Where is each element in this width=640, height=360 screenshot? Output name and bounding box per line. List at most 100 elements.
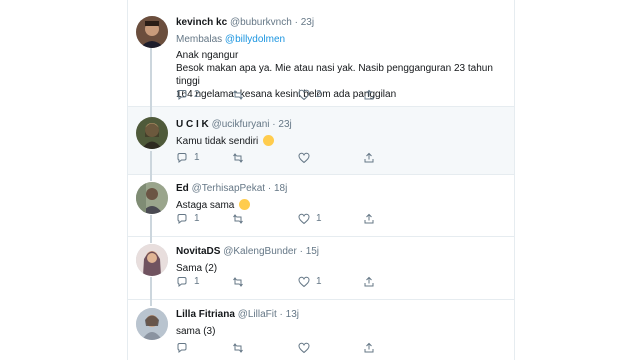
tweet-header: kevinch kc @buburkvnch · 23j <box>176 16 506 29</box>
reply-button[interactable]: 2 <box>176 88 200 102</box>
avatar[interactable] <box>136 308 168 340</box>
relieved-face-icon <box>263 135 275 146</box>
replying-prefix: Membalas <box>176 34 223 45</box>
thread-connector <box>150 277 152 300</box>
retweet-button[interactable] <box>232 341 250 355</box>
retweet-button[interactable] <box>232 151 250 165</box>
heart-icon <box>298 276 310 288</box>
tweet-text: sama (3) <box>176 325 506 338</box>
tweet-item[interactable]: Lilla Fitriana @LillaFit · 13j sama (3) <box>128 300 514 360</box>
user-handle[interactable]: @buburkvnch <box>230 17 292 28</box>
tweet-text-line: Anak ngangur <box>176 50 239 61</box>
share-button[interactable] <box>363 341 375 355</box>
share-icon <box>364 213 374 224</box>
avatar[interactable] <box>136 117 168 149</box>
separator-dot: · <box>294 17 298 28</box>
timestamp[interactable]: 18j <box>274 183 287 194</box>
avatar[interactable] <box>136 16 168 48</box>
display-name[interactable]: kevinch kc <box>176 17 227 28</box>
display-name[interactable]: Ed <box>176 183 189 194</box>
like-button[interactable]: 1 <box>298 212 322 226</box>
retweet-icon <box>233 343 243 353</box>
share-icon <box>364 342 374 353</box>
display-name[interactable]: U C I K <box>176 119 209 130</box>
thread-connector <box>150 151 152 175</box>
retweet-icon <box>233 90 243 100</box>
share-icon <box>364 89 374 100</box>
share-button[interactable] <box>363 151 375 165</box>
heart-icon <box>298 342 310 354</box>
reply-button[interactable]: 1 <box>176 212 200 226</box>
timestamp[interactable]: 15j <box>306 246 319 257</box>
tweet-header: NovitaDS @KalengBunder · 15j <box>176 245 506 258</box>
tweet-actions: 2 2 <box>176 88 476 102</box>
retweet-icon <box>233 214 243 224</box>
timestamp[interactable]: 23j <box>278 119 291 130</box>
tweet-text-line: Besok makan apa ya. Mie atau nasi yak. N… <box>176 63 493 87</box>
like-button[interactable]: 1 <box>298 275 322 289</box>
user-handle[interactable]: @ucikfuryani <box>212 119 270 130</box>
thread-connector <box>150 215 152 237</box>
like-button[interactable]: 2 <box>298 88 322 102</box>
share-button[interactable] <box>363 275 375 289</box>
like-count: 1 <box>316 276 322 287</box>
timestamp[interactable]: 13j <box>286 309 299 320</box>
reply-button[interactable]: 1 <box>176 151 200 165</box>
replying-to: Membalas @billydolmen <box>176 33 506 46</box>
share-button[interactable] <box>363 212 375 226</box>
like-button[interactable] <box>298 151 316 165</box>
heart-icon <box>298 213 310 225</box>
tweet-item[interactable]: Ed @TerhisapPekat · 18j Astaga sama 1 1 <box>128 175 514 237</box>
reply-thread: kevinch kc @buburkvnch · 23j Membalas @b… <box>127 0 515 360</box>
mention-link[interactable]: @billydolmen <box>225 34 285 45</box>
avatar[interactable] <box>136 244 168 276</box>
reply-icon <box>177 277 187 288</box>
reply-count: 1 <box>194 152 200 163</box>
timestamp[interactable]: 23j <box>301 17 314 28</box>
reply-count: 1 <box>194 276 200 287</box>
retweet-button[interactable] <box>232 88 250 102</box>
page-background-right <box>516 0 640 360</box>
retweet-icon <box>233 153 243 163</box>
like-button[interactable] <box>298 341 316 355</box>
separator-dot: · <box>299 246 303 257</box>
reply-count: 2 <box>194 89 200 100</box>
tweet-text: Kamu tidak sendiri <box>176 135 506 148</box>
share-icon <box>364 276 374 287</box>
reply-icon <box>177 153 187 164</box>
reply-button[interactable]: 1 <box>176 275 200 289</box>
reply-icon <box>177 214 187 225</box>
user-handle[interactable]: @KalengBunder <box>223 246 297 257</box>
tweet-actions: 1 1 <box>176 212 476 226</box>
user-handle[interactable]: @LillaFit <box>238 309 277 320</box>
tweet-item[interactable]: kevinch kc @buburkvnch · 23j Membalas @b… <box>128 0 514 107</box>
thread-connector <box>150 237 152 243</box>
share-icon <box>364 152 374 163</box>
tweet-actions: 1 1 <box>176 275 476 289</box>
heart-icon <box>298 89 310 101</box>
hugging-face-icon <box>239 199 251 210</box>
reply-icon <box>177 90 187 101</box>
tweet-header: U C I K @ucikfuryani · 23j <box>176 118 506 131</box>
tweet-text-content: sama (3) <box>176 326 216 337</box>
tweet-actions <box>176 341 476 355</box>
user-handle[interactable]: @TerhisapPekat <box>192 183 266 194</box>
tweet-text-content: Kamu tidak sendiri <box>176 136 259 147</box>
avatar[interactable] <box>136 182 168 214</box>
page-background-left <box>0 0 127 360</box>
tweet-item[interactable]: NovitaDS @KalengBunder · 15j Sama (2) 1 … <box>128 237 514 300</box>
tweet-item[interactable]: U C I K @ucikfuryani · 23j Kamu tidak se… <box>128 107 514 175</box>
retweet-button[interactable] <box>232 275 250 289</box>
thread-connector <box>150 48 152 107</box>
reply-button[interactable] <box>176 341 194 355</box>
separator-dot: · <box>279 309 283 320</box>
display-name[interactable]: NovitaDS <box>176 246 220 257</box>
retweet-icon <box>233 277 243 287</box>
thread-connector <box>150 175 152 181</box>
display-name[interactable]: Lilla Fitriana <box>176 309 235 320</box>
retweet-button[interactable] <box>232 212 250 226</box>
tweet-text: Astaga sama <box>176 199 506 212</box>
tweet-text-content: Sama (2) <box>176 263 218 274</box>
share-button[interactable] <box>363 88 375 102</box>
reply-icon <box>177 343 187 354</box>
